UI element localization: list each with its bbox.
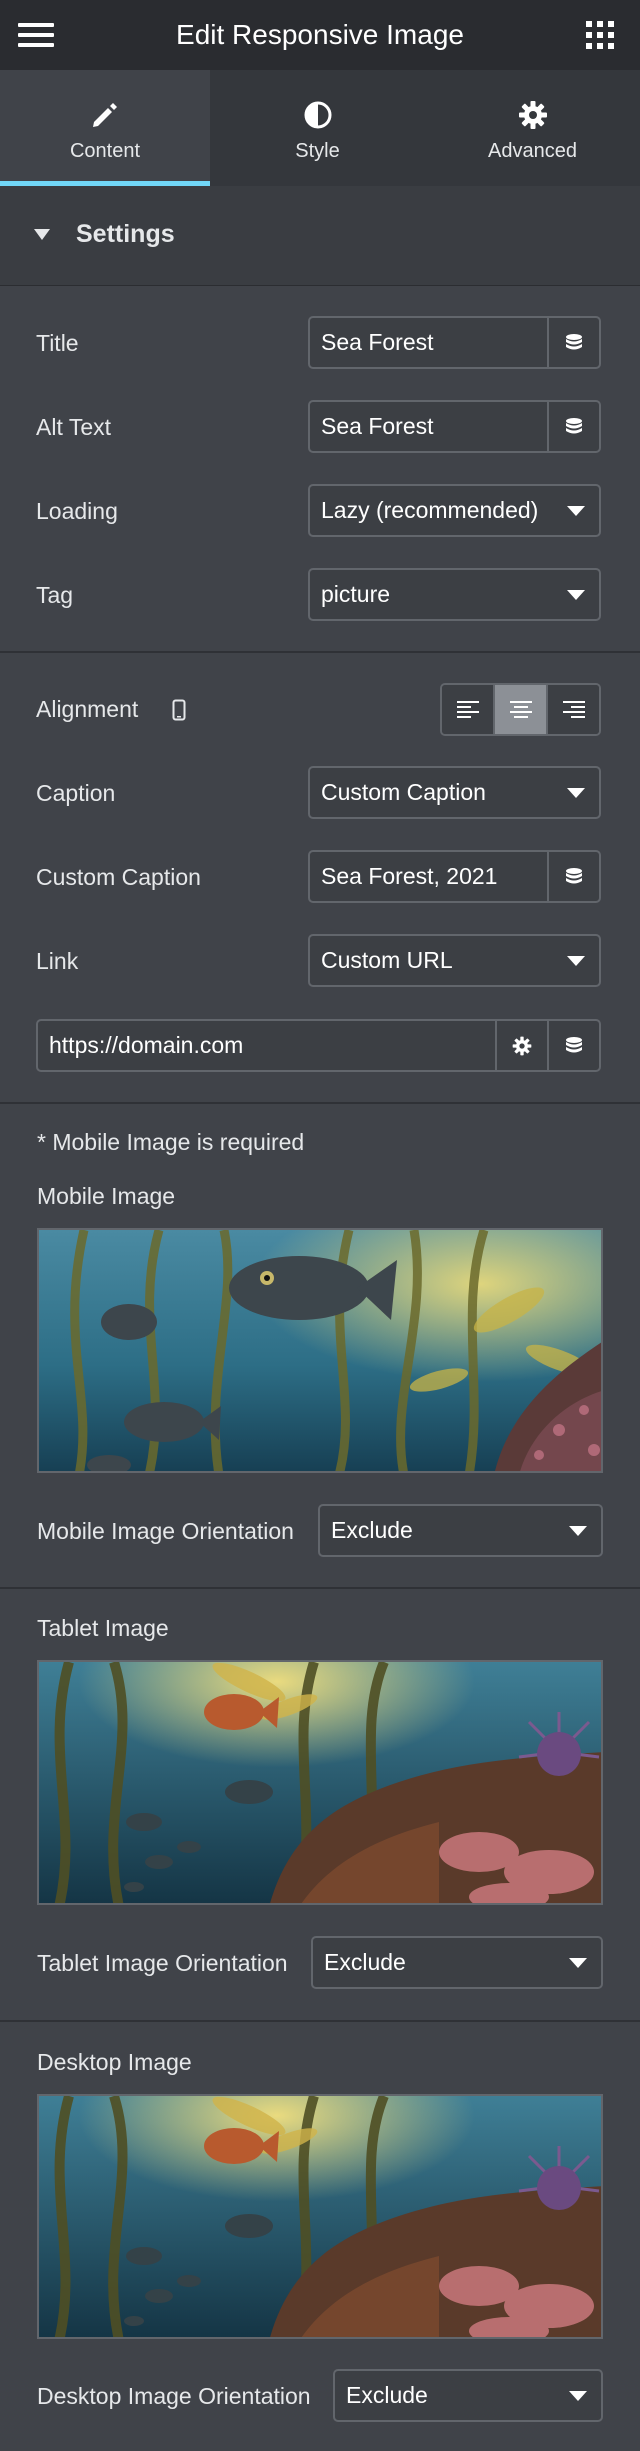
tab-bar: Content Style Advanced <box>0 70 640 186</box>
title-label: Title <box>36 330 79 356</box>
divider <box>0 2020 640 2022</box>
link-value: Custom URL <box>321 947 453 973</box>
loading-label: Loading <box>36 498 118 524</box>
link-label: Link <box>36 948 79 974</box>
alignment-control <box>440 683 601 736</box>
panel-title: Edit Responsive Image <box>176 19 464 50</box>
dynamic-tags-button[interactable] <box>547 852 599 901</box>
tag-select[interactable]: picture <box>308 568 601 621</box>
mobile-image-label: Mobile Image <box>37 1183 176 1209</box>
mobile-required-note: * Mobile Image is required <box>37 1129 305 1155</box>
chevron-down-icon <box>567 787 585 798</box>
top-bar: Edit Responsive Image <box>0 0 640 70</box>
desktop-image-preview[interactable] <box>37 2094 603 2339</box>
tablet-orientation-value: Exclude <box>324 1949 406 1975</box>
gear-icon <box>518 100 548 130</box>
caption-select[interactable]: Custom Caption <box>308 766 601 819</box>
grid-apps-icon[interactable] <box>586 21 614 49</box>
desktop-image-label: Desktop Image <box>37 2049 192 2075</box>
mobile-device-icon[interactable] <box>172 699 186 721</box>
title-value: Sea Forest <box>321 329 434 355</box>
caption-value: Custom Caption <box>321 779 486 805</box>
title-field[interactable]: Sea Forest <box>308 316 601 369</box>
desktop-orientation-label: Desktop Image Orientation <box>37 2383 311 2409</box>
mobile-image-preview[interactable] <box>37 1228 603 1473</box>
alt-text-label: Alt Text <box>36 414 111 440</box>
link-options-button[interactable] <box>495 1021 547 1070</box>
desktop-orientation-select[interactable]: Exclude <box>333 2369 603 2422</box>
align-left-button[interactable] <box>442 685 493 734</box>
align-center-button[interactable] <box>493 685 546 734</box>
mobile-orientation-select[interactable]: Exclude <box>318 1504 603 1557</box>
chevron-down-icon <box>569 2390 587 2401</box>
custom-caption-value: Sea Forest, 2021 <box>321 863 498 889</box>
chevron-down-icon <box>567 505 585 516</box>
dynamic-tags-button[interactable] <box>547 402 599 451</box>
gear-icon <box>512 1036 532 1055</box>
align-center-icon <box>509 700 532 718</box>
half-circle-icon <box>303 100 333 130</box>
url-value: https://domain.com <box>49 1032 244 1058</box>
alt-text-field[interactable]: Sea Forest <box>308 400 601 453</box>
tablet-image-label: Tablet Image <box>37 1615 169 1641</box>
custom-caption-field[interactable]: Sea Forest, 2021 <box>308 850 601 903</box>
database-icon <box>566 333 582 349</box>
tablet-orientation-label: Tablet Image Orientation <box>37 1950 288 1976</box>
divider <box>0 1102 640 1104</box>
dynamic-tags-button[interactable] <box>547 1021 599 1070</box>
caption-label: Caption <box>36 780 116 806</box>
desktop-orientation-value: Exclude <box>346 2382 428 2408</box>
divider <box>0 651 640 653</box>
align-right-button[interactable] <box>546 685 599 734</box>
tablet-image-preview[interactable] <box>37 1660 603 1905</box>
tag-value: picture <box>321 581 391 607</box>
align-left-icon <box>456 700 479 718</box>
loading-select[interactable]: Lazy (recommended) <box>308 484 601 537</box>
url-input[interactable]: https://domain.com <box>36 1019 601 1072</box>
settings-section-toggle[interactable]: Settings <box>0 186 640 286</box>
tab-style-label: Style <box>295 140 340 162</box>
tag-label: Tag <box>36 582 74 608</box>
divider <box>0 1587 640 1589</box>
tab-style[interactable]: Style <box>210 70 425 186</box>
database-icon <box>566 1036 582 1052</box>
database-icon <box>566 417 582 433</box>
mobile-orientation-value: Exclude <box>331 1517 413 1543</box>
chevron-down-icon <box>569 1525 587 1536</box>
link-select[interactable]: Custom URL <box>308 934 601 987</box>
alt-text-value: Sea Forest <box>321 413 434 439</box>
chevron-down-icon <box>569 1957 587 1968</box>
loading-value: Lazy (recommended) <box>321 497 539 523</box>
mobile-orientation-label: Mobile Image Orientation <box>37 1518 294 1544</box>
tab-content-label: Content <box>69 140 141 162</box>
dynamic-tags-button[interactable] <box>547 318 599 367</box>
caret-down-icon <box>34 229 50 241</box>
chevron-down-icon <box>567 955 585 966</box>
tab-advanced-label: Advanced <box>488 140 577 162</box>
database-icon <box>566 867 582 883</box>
tablet-orientation-select[interactable]: Exclude <box>311 1936 603 1989</box>
chevron-down-icon <box>567 589 585 600</box>
tab-advanced[interactable]: Advanced <box>425 70 640 186</box>
align-right-icon <box>562 700 585 718</box>
section-title: Settings <box>76 220 175 248</box>
alignment-label: Alignment <box>36 696 139 722</box>
pencil-icon <box>90 100 120 130</box>
custom-caption-label: Custom Caption <box>36 864 201 890</box>
tab-content[interactable]: Content <box>0 70 210 186</box>
